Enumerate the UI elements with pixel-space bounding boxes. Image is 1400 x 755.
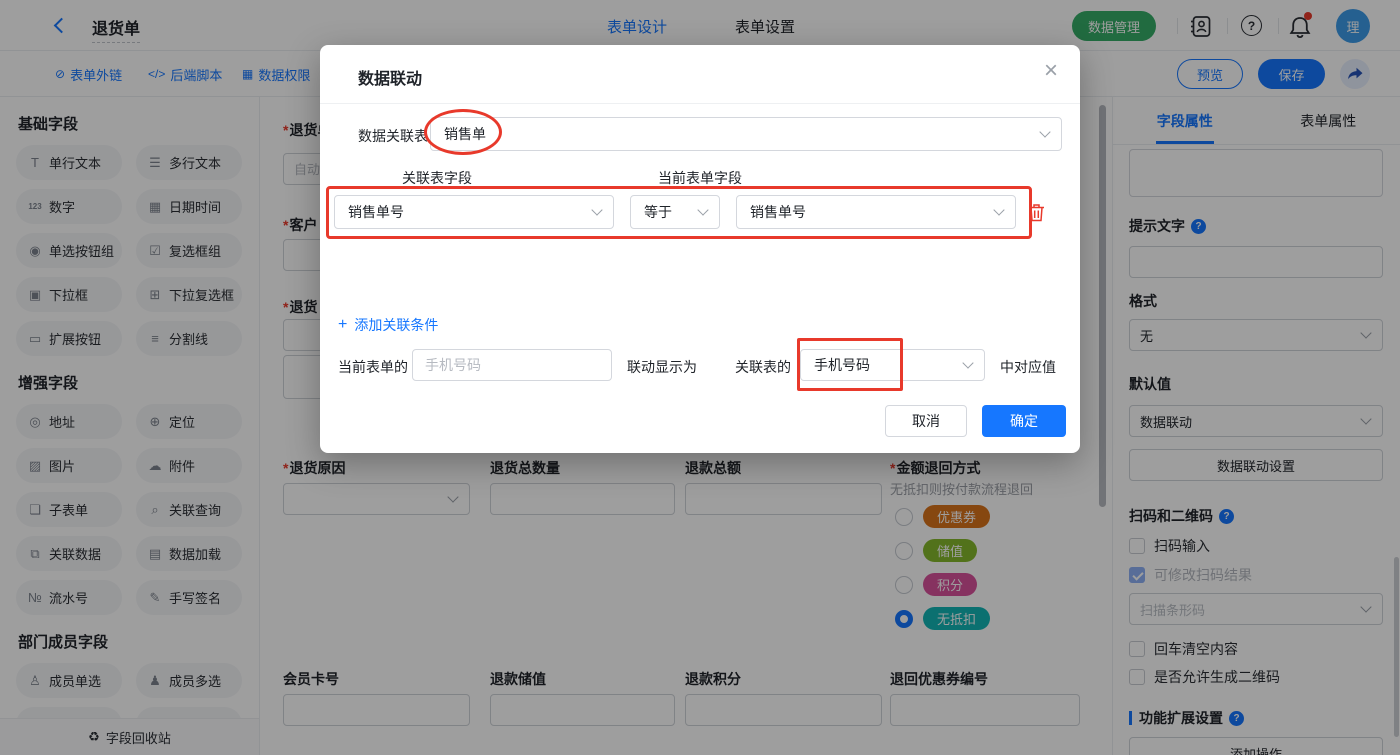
related-table-field-select[interactable]: 手机号码	[800, 349, 985, 381]
chevron-down-icon	[962, 357, 973, 368]
current-form-prefix-label: 当前表单的	[338, 357, 408, 377]
linkage-display-label: 联动显示为	[627, 357, 697, 377]
chevron-down-icon	[1039, 126, 1050, 137]
add-condition-link[interactable]: + 添加关联条件	[338, 315, 438, 335]
related-table-prefix-label: 关联表的	[735, 357, 791, 377]
chevron-down-icon	[591, 204, 602, 215]
close-icon[interactable]: ×	[1044, 59, 1058, 83]
delete-condition-icon[interactable]	[1028, 203, 1045, 222]
column-header-related-field: 关联表字段	[402, 168, 472, 188]
column-header-current-field: 当前表单字段	[658, 168, 742, 188]
data-linkage-modal: 数据联动 × 数据关联表 销售单 关联表字段 当前表单字段 销售单号 等于 销售…	[320, 45, 1080, 453]
chevron-down-icon	[697, 204, 708, 215]
condition-current-field-select[interactable]: 销售单号	[736, 195, 1016, 229]
relation-table-select[interactable]: 销售单	[430, 117, 1062, 151]
modal-header-divider	[320, 103, 1080, 104]
modal-title: 数据联动	[358, 65, 422, 89]
confirm-button[interactable]: 确定	[982, 405, 1066, 437]
plus-icon: +	[338, 316, 347, 334]
corresponding-value-label: 中对应值	[1000, 357, 1056, 377]
condition-operator-select[interactable]: 等于	[630, 195, 720, 229]
relation-table-label: 数据关联表	[358, 126, 428, 146]
cancel-button[interactable]: 取消	[885, 405, 967, 437]
condition-related-field-select[interactable]: 销售单号	[334, 195, 614, 229]
app-screen: 退货单 表单设计 表单设置 数据管理 ? 理	[0, 0, 1400, 755]
current-form-field-input[interactable]	[412, 349, 612, 381]
chevron-down-icon	[993, 204, 1004, 215]
